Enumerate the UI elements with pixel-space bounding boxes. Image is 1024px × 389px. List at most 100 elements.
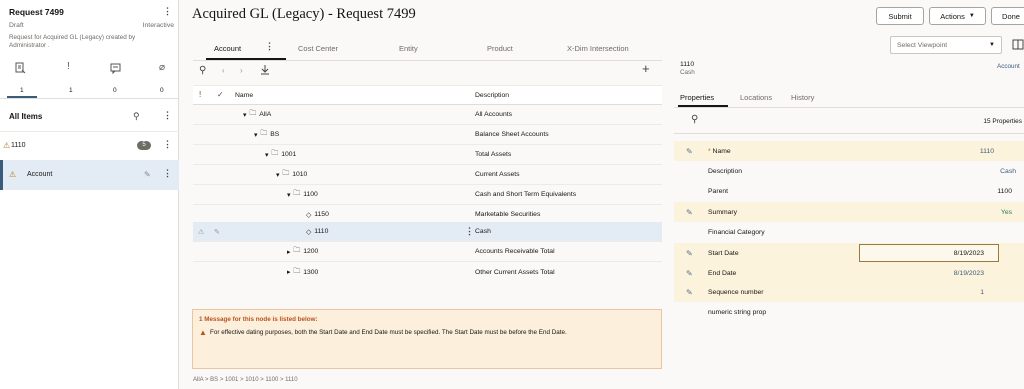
- property-row-end-date[interactable]: ✎ End Date 8/19/2023: [674, 263, 1024, 283]
- edit-icon[interactable]: ✎: [686, 147, 693, 156]
- property-value: Cash: [1000, 167, 1016, 175]
- property-row-summary[interactable]: ✎ Summary Yes: [674, 202, 1024, 222]
- divider: [674, 107, 1024, 108]
- search-icon[interactable]: ⚲: [199, 65, 206, 76]
- edit-icon[interactable]: ✎: [214, 228, 220, 236]
- property-row-financial-category[interactable]: Financial Category: [674, 222, 1024, 242]
- done-button[interactable]: Done: [991, 7, 1024, 25]
- edit-icon[interactable]: ✎: [686, 269, 693, 278]
- folder-icon: 🗀: [260, 130, 268, 137]
- check-column-icon: ✓: [217, 90, 224, 99]
- node-description: Other Current Assets Total: [475, 268, 555, 276]
- search-icon[interactable]: ⚲: [133, 111, 140, 122]
- property-row-sequence-number[interactable]: ✎ Sequence number 1: [674, 282, 1024, 302]
- node-name: 1100: [303, 191, 318, 198]
- count-badge: 5: [137, 141, 151, 150]
- chevron-left-icon[interactable]: ‹: [222, 66, 225, 75]
- properties-count: 15 Properties: [983, 118, 1022, 125]
- stat-count-attachments: 0: [160, 87, 164, 94]
- node-description: Cash: [475, 228, 491, 235]
- expand-icon[interactable]: ▸: [287, 268, 290, 276]
- comment-icon[interactable]: [110, 63, 121, 74]
- expand-icon[interactable]: ▸: [287, 248, 290, 256]
- node-name: 1010: [292, 171, 308, 178]
- chevron-right-icon[interactable]: ›: [240, 66, 243, 75]
- stat-count-issues: 1: [69, 87, 73, 94]
- expand-icon[interactable]: ▾: [254, 131, 257, 139]
- property-value: 8/19/2023: [953, 269, 984, 277]
- property-row-name[interactable]: ✎ * Name 1110: [674, 141, 1024, 161]
- property-value: Yes: [1000, 208, 1012, 216]
- actions-button[interactable]: Actions ▼: [929, 7, 986, 25]
- table-row[interactable]: ▾ 🗀 AllA All Accounts: [193, 105, 662, 125]
- list-item-label: Account: [27, 171, 53, 178]
- more-options-icon[interactable]: ⋮: [265, 41, 274, 52]
- node-name: 1110: [314, 228, 329, 235]
- breadcrumb[interactable]: AllA > BS > 1001 > 1010 > 1100 > 1110: [193, 377, 298, 383]
- more-options-icon[interactable]: ⋮: [163, 168, 172, 179]
- edit-icon[interactable]: ✎: [144, 170, 151, 179]
- tab-product[interactable]: Product: [487, 44, 513, 53]
- column-header-name: Name: [235, 92, 254, 99]
- message-title: 1 Message for this node is listed below:: [199, 316, 318, 323]
- tab-x-dim-intersection[interactable]: X-Dim Intersection: [567, 44, 629, 53]
- list-item-label: 1110: [11, 142, 26, 149]
- property-label: Summary: [708, 208, 738, 216]
- edit-icon[interactable]: ✎: [686, 288, 693, 297]
- property-row-start-date[interactable]: ✎ Start Date 8/19/2023: [674, 243, 1024, 263]
- message-panel: 1 Message for this node is listed below:…: [192, 309, 662, 369]
- table-row-selected[interactable]: ⚠ ✎ ◇ 1110 ⋮ Cash: [193, 222, 662, 242]
- request-description: Request for Acquired GL (Legacy) created…: [9, 34, 136, 49]
- table-row[interactable]: ▾ 🗀 BS Balance Sheet Accounts: [193, 125, 662, 145]
- download-icon[interactable]: [260, 64, 270, 75]
- list-item[interactable]: ⚠ 1110 5 ⋮: [0, 131, 179, 159]
- more-options-icon[interactable]: ⋮: [465, 226, 474, 237]
- all-items-label: All Items: [9, 112, 43, 121]
- node-description: Current Assets: [475, 171, 520, 178]
- inspector-panel: Submit Actions ▼ Done Select Viewpoint ▼ …: [662, 0, 1024, 389]
- folder-icon: 🗀: [271, 150, 279, 157]
- viewpoint-select[interactable]: Select Viewpoint ▼: [890, 36, 1002, 54]
- table-row[interactable]: ▸ 🗀 1200 Accounts Receivable Total: [193, 242, 662, 262]
- property-label: Parent: [708, 187, 729, 195]
- property-row-numeric-string-prop[interactable]: numeric string prop: [674, 302, 1024, 322]
- expand-icon[interactable]: ▾: [276, 171, 279, 179]
- edit-icon[interactable]: ✎: [686, 208, 693, 217]
- tab-cost-center[interactable]: Cost Center: [298, 44, 338, 53]
- tab-history[interactable]: History: [791, 93, 814, 102]
- expand-icon[interactable]: ▾: [287, 191, 290, 199]
- warning-icon: ⚠: [3, 141, 11, 150]
- expand-icon[interactable]: ▾: [243, 111, 246, 119]
- tab-properties[interactable]: Properties: [680, 93, 714, 102]
- more-options-icon[interactable]: ⋮: [163, 110, 172, 121]
- tab-locations[interactable]: Locations: [740, 93, 772, 102]
- actions-label: Actions: [940, 11, 965, 21]
- tab-account[interactable]: Account: [214, 44, 241, 53]
- edit-icon[interactable]: ✎: [686, 249, 693, 258]
- table-row[interactable]: ▾ 🗀 1010 Current Assets: [193, 165, 662, 185]
- exclamation-icon[interactable]: !: [67, 61, 70, 72]
- main-panel: Acquired GL (Legacy) - Request 7499 Acco…: [180, 0, 662, 389]
- folder-icon: 🗀: [282, 170, 290, 177]
- leaf-node-icon: ◇: [306, 211, 312, 219]
- add-icon[interactable]: +: [642, 61, 650, 76]
- submit-button[interactable]: Submit: [876, 7, 924, 25]
- more-options-icon[interactable]: ⋮: [163, 139, 172, 150]
- table-row[interactable]: ▾ 🗀 1100 Cash and Short Term Equivalents: [193, 185, 662, 205]
- search-icon[interactable]: ⚲: [691, 114, 698, 125]
- account-link[interactable]: Account: [997, 63, 1020, 70]
- property-label: Name: [712, 147, 731, 155]
- property-row-description[interactable]: Description Cash: [674, 161, 1024, 181]
- table-row[interactable]: ▾ 🗀 1001 Total Assets: [193, 145, 662, 165]
- paperclip-icon[interactable]: ⌀: [159, 62, 165, 73]
- property-row-parent[interactable]: Parent 1100: [674, 181, 1024, 201]
- request-items-icon[interactable]: [15, 62, 26, 74]
- warning-icon: ⚠: [198, 228, 205, 236]
- expand-icon[interactable]: ▾: [265, 151, 268, 159]
- split-view-icon[interactable]: [1012, 39, 1024, 50]
- more-options-icon[interactable]: ⋮: [163, 6, 172, 17]
- list-item[interactable]: ⚠ Account ✎ ⋮: [0, 160, 179, 190]
- tab-entity[interactable]: Entity: [399, 44, 418, 53]
- warning-icon: ⚠: [9, 170, 17, 179]
- table-row[interactable]: ▸ 🗀 1300 Other Current Assets Total: [193, 262, 662, 282]
